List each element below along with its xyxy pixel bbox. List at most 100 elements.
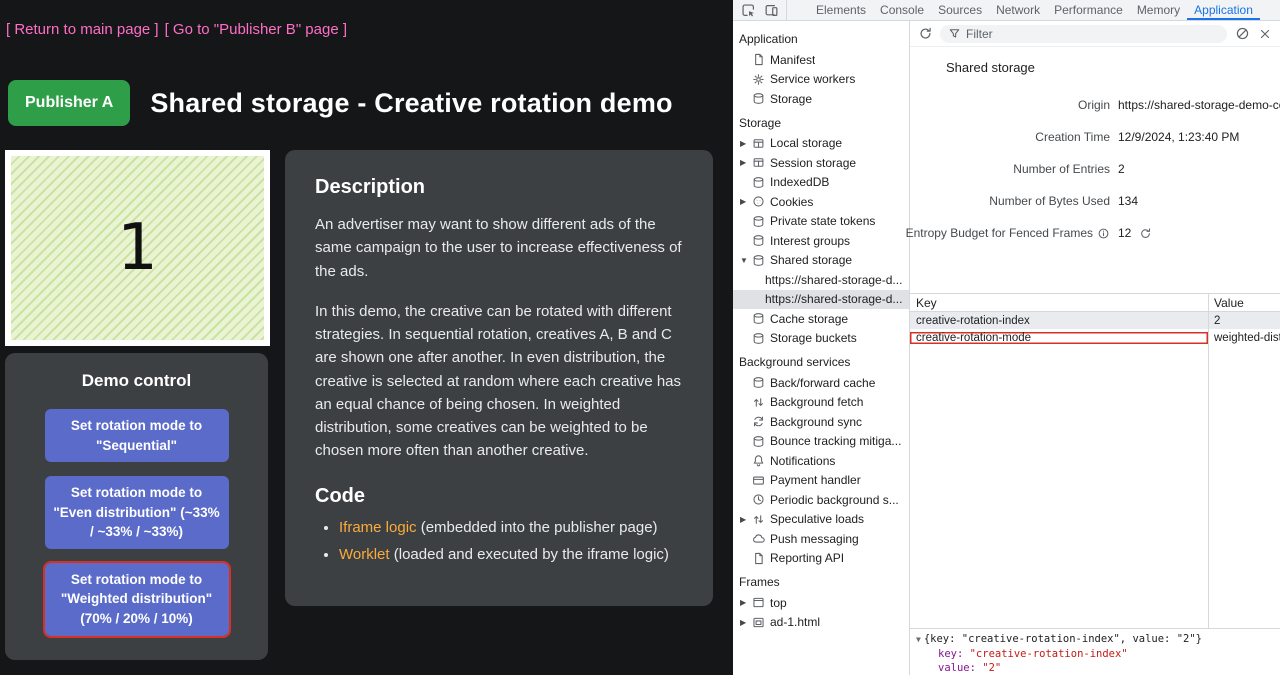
- publisher-page: [ Return to main page ] [ Go to "Publishe…: [0, 0, 733, 675]
- sidebar-item-local-storage[interactable]: ▶Local storage: [733, 134, 909, 154]
- updown-icon: [752, 513, 770, 526]
- sidebar-item-manifest[interactable]: Manifest: [733, 50, 909, 70]
- chevron-down-icon[interactable]: ▼: [740, 256, 752, 265]
- cell-key[interactable]: creative-rotation-index: [910, 315, 1208, 327]
- chevron-right-icon[interactable]: ▶: [740, 598, 752, 607]
- preview-summary: {key: "creative-rotation-index", value: …: [924, 633, 1202, 645]
- tab-elements[interactable]: Elements: [809, 0, 873, 20]
- sidebar-item-interest-groups[interactable]: Interest groups: [733, 231, 909, 251]
- sidebar-item-label: Payment handler: [770, 473, 861, 487]
- preview-entry-key: key: "creative-rotation-index": [916, 647, 1274, 661]
- sidebar-item-storage-buckets[interactable]: Storage buckets: [733, 329, 909, 349]
- table-icon: [752, 156, 770, 169]
- inspect-element-icon[interactable]: [740, 2, 756, 18]
- sidebar-item-label: Background sync: [770, 415, 862, 429]
- metadata-value-text: 134: [1118, 194, 1138, 208]
- tab-console[interactable]: Console: [873, 0, 931, 20]
- sidebar-item-cache-storage[interactable]: Cache storage: [733, 309, 909, 329]
- sidebar-item-background-fetch[interactable]: Background fetch: [733, 393, 909, 413]
- sidebar-item-background-sync[interactable]: Background sync: [733, 412, 909, 432]
- clock-icon: [752, 493, 770, 506]
- sidebar-item-top[interactable]: ▶top: [733, 593, 909, 613]
- reset-budget-icon[interactable]: [1139, 227, 1152, 240]
- column-header-value[interactable]: Value: [1208, 296, 1280, 310]
- page-title: Shared storage - Creative rotation demo: [150, 88, 672, 119]
- rotation-mode-button-3[interactable]: Set rotation mode to "Weighted distribut…: [45, 563, 229, 636]
- metadata-label: Number of Bytes Used: [910, 194, 1110, 208]
- sidebar-item-service-workers[interactable]: Service workers: [733, 70, 909, 90]
- devtools-tabs: ElementsConsoleSourcesNetworkPerformance…: [787, 0, 1260, 20]
- chevron-right-icon[interactable]: ▶: [740, 139, 752, 148]
- code-link-worklet[interactable]: Worklet: [339, 546, 390, 563]
- tab-performance[interactable]: Performance: [1047, 0, 1130, 20]
- nav-link-1[interactable]: [ Return to main page ]: [6, 21, 159, 38]
- sidebar-section-application: Application: [733, 25, 909, 50]
- sidebar-item-private-state-tokens[interactable]: Private state tokens: [733, 212, 909, 232]
- cookie-icon: [752, 195, 770, 208]
- rotation-mode-button-1[interactable]: Set rotation mode to "Sequential": [45, 409, 229, 462]
- filter-box[interactable]: [940, 25, 1227, 43]
- sidebar-section-storage: Storage: [733, 109, 909, 134]
- sidebar-item-push-messaging[interactable]: Push messaging: [733, 529, 909, 549]
- chevron-right-icon[interactable]: ▶: [740, 618, 752, 627]
- clear-all-icon[interactable]: [1234, 26, 1250, 42]
- database-icon: [752, 176, 770, 189]
- sidebar-item-ad-1-html[interactable]: ▶ ad-1.html: [733, 613, 909, 633]
- chevron-right-icon[interactable]: ▶: [740, 197, 752, 206]
- cloud-icon: [752, 532, 770, 545]
- tab-memory[interactable]: Memory: [1130, 0, 1187, 20]
- creative-ad: 1: [11, 156, 264, 340]
- sidebar-item-cookies[interactable]: ▶ Cookies: [733, 192, 909, 212]
- sidebar-item-session-storage[interactable]: ▶Session storage: [733, 153, 909, 173]
- sidebar-item-label: https://shared-storage-d...: [765, 273, 902, 287]
- sidebar-item-speculative-loads[interactable]: ▶ Speculative loads: [733, 510, 909, 530]
- rotation-mode-button-2[interactable]: Set rotation mode to "Even distribution"…: [45, 476, 229, 549]
- sidebar-item-label: ad-1.html: [770, 615, 820, 629]
- storage-row-creative-rotation-mode[interactable]: creative-rotation-modeweighted-distribut…: [910, 329, 1280, 346]
- sidebar-item-storage[interactable]: Storage: [733, 89, 909, 109]
- chevron-right-icon[interactable]: ▶: [740, 515, 752, 524]
- sidebar-item-reporting-api[interactable]: Reporting API: [733, 549, 909, 569]
- storage-row-creative-rotation-index[interactable]: creative-rotation-index2: [910, 312, 1280, 329]
- device-toolbar-icon[interactable]: [763, 2, 779, 18]
- sidebar-item-notifications[interactable]: Notifications: [733, 451, 909, 471]
- sidebar-item-https-shared-storage-d[interactable]: https://shared-storage-d...: [733, 290, 909, 310]
- sidebar-item-label: Back/forward cache: [770, 376, 875, 390]
- updown-icon: [752, 396, 770, 409]
- tab-application[interactable]: Application: [1187, 0, 1260, 20]
- sidebar-item-label: Periodic background s...: [770, 493, 899, 507]
- tab-sources[interactable]: Sources: [931, 0, 989, 20]
- metadata-label: Number of Entries: [910, 162, 1110, 176]
- nav-link-2[interactable]: [ Go to "Publisher B" page ]: [165, 21, 347, 38]
- devtools-tabbar: ElementsConsoleSourcesNetworkPerformance…: [733, 0, 1280, 21]
- cell-value[interactable]: 2: [1208, 315, 1280, 327]
- tab-network[interactable]: Network: [989, 0, 1047, 20]
- info-icon[interactable]: [1097, 227, 1110, 240]
- metadata-label-text: Number of Bytes Used: [989, 194, 1110, 208]
- filter-input[interactable]: [966, 27, 1219, 41]
- sidebar-item-label: Speculative loads: [770, 512, 864, 526]
- sidebar-item-back-forward-cache[interactable]: Back/forward cache: [733, 373, 909, 393]
- sidebar-item-indexeddb[interactable]: IndexedDB: [733, 173, 909, 193]
- chevron-right-icon[interactable]: ▶: [740, 158, 752, 167]
- refresh-icon[interactable]: [917, 26, 933, 42]
- sidebar-item-periodic-background-s[interactable]: Periodic background s...: [733, 490, 909, 510]
- code-link-iframe-logic[interactable]: Iframe logic: [339, 519, 417, 536]
- database-icon: [752, 234, 770, 247]
- sidebar-item-label: Cookies: [770, 195, 813, 209]
- database-icon: [752, 435, 770, 448]
- column-header-key[interactable]: Key: [910, 296, 1208, 310]
- cell-key[interactable]: creative-rotation-mode: [910, 332, 1208, 344]
- description-heading: Description: [315, 176, 683, 199]
- value-preview-pane: ▼{key: "creative-rotation-index", value:…: [910, 628, 1280, 675]
- sidebar-item-payment-handler[interactable]: Payment handler: [733, 471, 909, 491]
- sidebar-item-https-shared-storage-d[interactable]: https://shared-storage-d...: [733, 270, 909, 290]
- cell-value[interactable]: weighted-distribution: [1208, 332, 1280, 344]
- code-list-item-1: Iframe logic (embedded into the publishe…: [339, 516, 683, 539]
- demo-control-title: Demo control: [5, 371, 268, 391]
- sidebar-item-shared-storage[interactable]: ▼Shared storage: [733, 251, 909, 271]
- sidebar-item-bounce-tracking-mitiga[interactable]: Bounce tracking mitiga...: [733, 432, 909, 452]
- database-icon: [752, 254, 770, 267]
- disclosure-triangle-icon[interactable]: ▼: [916, 635, 921, 644]
- close-icon[interactable]: [1257, 26, 1273, 42]
